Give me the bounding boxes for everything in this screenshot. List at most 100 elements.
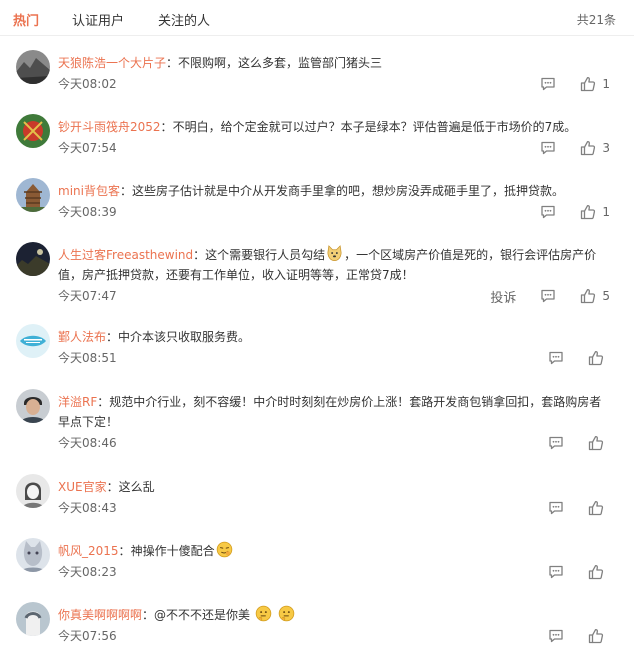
like-button[interactable]: 1 [580,76,610,92]
comment-tab-bar: 热门 认证用户 关注的人 共21条 [0,0,634,36]
thumbs-up-icon [588,500,604,516]
comment-item: 帆风_2015：神操作十傻配合 今天08:23 [0,538,634,600]
comment-icon [548,564,564,580]
like-button[interactable] [588,500,610,516]
comment-icon [540,140,556,156]
comment-item: 你真美啊啊啊啊：@不不不还是你美 今天07:56 [0,602,634,654]
comment-icon [548,350,564,366]
comment-item: 洋溢RF：规范中介行业，刻不容缓！中介时时刻刻在炒房价上涨！套路开发商包销拿回扣… [0,389,634,465]
username-link[interactable]: 帆风_2015 [58,544,119,558]
username-link[interactable]: 钞开斗雨筏舟2052 [58,120,161,134]
avatar[interactable] [16,389,50,423]
username-link[interactable]: XUE官家 [58,480,107,494]
tab-following[interactable]: 关注的人 [158,10,210,29]
report-button[interactable]: 投诉 [490,287,516,306]
comment-icon [540,76,556,92]
avatar[interactable] [16,602,50,636]
username-link[interactable]: 人生过客Freeasthewind [58,248,193,262]
reply-button[interactable] [548,628,564,644]
comment-item: 钞开斗雨筏舟2052：不明白，给个定金就可以过户？本子是绿本？评估普遍是低于市场… [0,114,634,176]
comment-icon [548,500,564,516]
avatar[interactable] [16,50,50,84]
reply-button[interactable] [540,288,556,304]
comment-text: 你真美啊啊啊啊：@不不不还是你美 [58,605,614,625]
comment-time: 今天08:02 [58,77,117,91]
comment-text: mini背包客：这些房子估计就是中介从开发商手里拿的吧，想炒房没弄成砸手里了，抵… [58,184,564,198]
thumbs-up-icon [580,288,596,304]
thumbs-up-icon [588,350,604,366]
comment-time: 今天08:23 [58,565,117,579]
like-count: 1 [602,77,610,91]
comment-time: 今天07:54 [58,141,117,155]
like-count: 5 [602,289,610,303]
comment-time: 今天08:43 [58,501,117,515]
comment-icon [548,435,564,451]
comment-text: 帆风_2015：神操作十傻配合 [58,541,614,561]
avatar[interactable] [16,178,50,212]
like-button[interactable]: 1 [580,204,610,220]
comment-text: 洋溢RF：规范中介行业，刻不容缓！中介时时刻刻在炒房价上涨！套路开发商包销拿回扣… [58,395,602,429]
comment-actions: 投诉 5 [466,287,610,306]
avatar[interactable] [16,242,50,276]
comment-text: 钞开斗雨筏舟2052：不明白，给个定金就可以过户？本子是绿本？评估普遍是低于市场… [58,120,577,134]
username-link[interactable]: mini背包客 [58,184,120,198]
comment-body: @不不不还是你美 [154,608,251,622]
comment-text: 天狼陈浩一个大片子：不限购啊，这么多套，监管部门猪头三 [58,56,383,70]
comment-time: 今天08:51 [58,351,117,365]
comment-item: mini背包客：这些房子估计就是中介从开发商手里拿的吧，想炒房没弄成砸手里了，抵… [0,178,634,240]
comment-actions: 3 [516,139,610,157]
like-count: 1 [602,205,610,219]
comment-actions [524,349,610,367]
reply-button[interactable] [540,76,556,92]
thumbs-up-icon [580,204,596,220]
like-button[interactable]: 5 [580,288,610,304]
avatar[interactable] [16,474,50,508]
thinking-emoji-icon [278,605,294,622]
doge-emoji-icon [327,245,342,261]
like-button[interactable] [588,628,610,644]
username-link[interactable]: 鄞人法布 [58,330,106,344]
thumbs-up-icon [588,435,604,451]
like-button[interactable]: 3 [580,140,610,156]
tab-verified-users[interactable]: 认证用户 [72,10,124,29]
comment-body: 规范中介行业，刻不容缓！中介时时刻刻在炒房价上涨！套路开发商包销拿回扣，套路购房… [109,395,602,409]
like-button[interactable] [588,435,610,451]
comment-count: 共21条 [576,13,616,27]
comment-body: 中介本该只收取服务费。 [118,330,251,344]
reply-button[interactable] [548,500,564,516]
reply-button[interactable] [548,350,564,366]
like-button[interactable] [588,350,610,366]
thinking-emoji-icon [255,605,272,622]
reply-button[interactable] [548,435,564,451]
comment-body: 不明白，给个定金就可以过户？本子是绿本？评估普遍是低于市场价的7成。 [172,120,577,134]
reply-button[interactable] [548,564,564,580]
reply-button[interactable] [540,204,556,220]
comment-body: 神操作十傻配合 [130,544,215,558]
comment-actions: 1 [516,75,610,93]
avatar[interactable] [16,538,50,572]
username-link[interactable]: 洋溢RF [58,395,97,409]
like-button[interactable] [588,564,610,580]
username-link[interactable]: 你真美啊啊啊啊 [58,608,142,622]
comment-actions [524,627,610,645]
comment-text: XUE官家：这么乱 [58,480,155,494]
reply-button[interactable] [540,140,556,156]
avatar[interactable] [16,324,50,358]
comment-time: 今天08:39 [58,205,117,219]
comment-time: 今天07:47 [58,289,117,303]
smirk-emoji-icon [216,541,232,558]
thumbs-up-icon [580,140,596,156]
comment-actions: 1 [516,203,610,221]
comment-icon [540,288,556,304]
username-link[interactable]: 天狼陈浩一个大片子 [58,56,166,70]
comment-item: 天狼陈浩一个大片子：不限购啊，这么多套，监管部门猪头三 今天08:02 1 [0,50,634,112]
tab-hot[interactable]: 热门 [13,10,39,29]
thumbs-up-icon [588,628,604,644]
comment-text: 人生过客Freeasthewind：这个需要银行人员勾结 ，一个区域房产价值是死的… [58,245,614,285]
comment-body: 这些房子估计就是中介从开发商手里拿的吧，想炒房没弄成砸手里了，抵押贷款。 [131,184,564,198]
comment-icon [548,628,564,644]
avatar[interactable] [16,114,50,148]
comment-body: 这么乱 [118,480,155,494]
thumbs-up-icon [588,564,604,580]
comment-item: 人生过客Freeasthewind：这个需要银行人员勾结 ，一个区域房产价值是死的… [0,242,634,318]
